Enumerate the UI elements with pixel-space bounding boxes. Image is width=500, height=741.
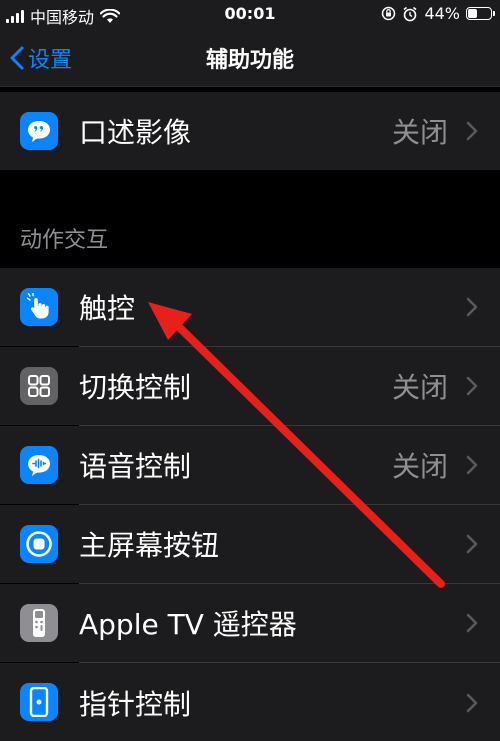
row-value: 关闭: [391, 450, 448, 483]
row-touch[interactable]: 触控: [0, 268, 500, 346]
chevron-right-icon: [466, 297, 478, 317]
chevron-left-icon: [10, 46, 24, 70]
page-title: 辅助功能: [205, 48, 294, 73]
status-bar: 中国移动 00:01 44%: [0, 0, 500, 30]
pointer-control-icon: [20, 683, 58, 721]
voice-control-icon: [20, 446, 58, 484]
chevron-right-icon: [466, 534, 478, 554]
alarm-icon: [403, 6, 417, 21]
row-audio-description[interactable]: 口述影像 关闭: [0, 92, 500, 170]
row-value: 关闭: [391, 371, 448, 404]
row-value: 关闭: [391, 116, 448, 149]
row-label: 触控: [79, 292, 136, 325]
orientation-lock-icon: [382, 6, 396, 21]
back-label: 设置: [28, 48, 73, 73]
audio-description-icon: [20, 112, 58, 150]
battery-fill: [468, 9, 477, 18]
switch-control-icon: [20, 367, 58, 405]
row-label: Apple TV 遥控器: [79, 608, 297, 641]
status-right: 44%: [381, 4, 495, 23]
row-pointer-control[interactable]: 指针控制: [0, 663, 500, 741]
row-apple-tv-remote[interactable]: Apple TV 遥控器: [0, 584, 500, 662]
row-label: 口述影像: [79, 116, 192, 149]
row-switch-control[interactable]: 切换控制 关闭: [0, 347, 500, 425]
back-button[interactable]: 设置: [10, 42, 72, 74]
row-label: 切换控制: [79, 371, 192, 404]
navigation-bar: 设置 辅助功能: [0, 30, 500, 87]
row-label: 主屏幕按钮: [79, 529, 220, 562]
battery-percent: 44%: [424, 4, 460, 23]
home-button-icon: [20, 525, 58, 563]
apple-tv-remote-icon: [20, 604, 58, 642]
row-label: 语音控制: [79, 450, 192, 483]
row-label: 指针控制: [79, 688, 192, 721]
chevron-right-icon: [466, 455, 478, 475]
battery-icon: [466, 7, 495, 20]
chevron-right-icon: [466, 376, 478, 396]
chevron-right-icon: [466, 693, 478, 713]
section-header: 动作交互: [20, 228, 109, 253]
chevron-right-icon: [466, 613, 478, 633]
touch-hand-icon: [20, 288, 58, 326]
chevron-right-icon: [466, 121, 478, 141]
row-voice-control[interactable]: 语音控制 关闭: [0, 426, 500, 504]
row-home-button[interactable]: 主屏幕按钮: [0, 505, 500, 583]
